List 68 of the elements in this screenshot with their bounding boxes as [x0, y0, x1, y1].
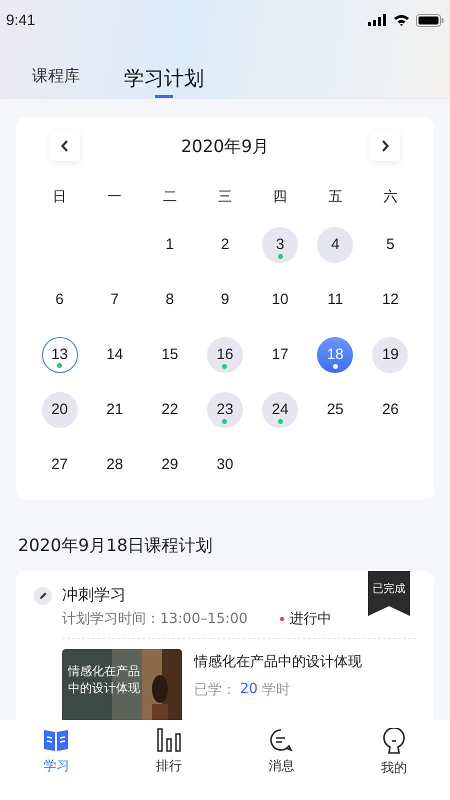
pencil-icon: [34, 586, 52, 604]
weekday-label: 五: [328, 188, 342, 207]
nav-tab[interactable]: 排行: [138, 728, 199, 775]
person-icon: [382, 728, 405, 754]
calendar-day[interactable]: 24: [262, 392, 298, 428]
calendar-day[interactable]: 1: [152, 226, 188, 262]
calendar-day[interactable]: 9: [206, 282, 243, 318]
calendar-day[interactable]: 5: [372, 226, 408, 262]
calendar-day[interactable]: 11: [317, 282, 354, 318]
chevron-left-icon: [61, 140, 69, 152]
weekday-label: 二: [162, 188, 177, 207]
calendar-day[interactable]: 21: [96, 392, 133, 428]
book-icon: [43, 728, 70, 752]
calendar-day[interactable]: 7: [96, 282, 133, 318]
calendar-day[interactable]: 19: [372, 336, 408, 372]
plan-title: 冲刺学习: [62, 585, 126, 606]
calendar-day[interactable]: 12: [372, 282, 408, 318]
nav-tab[interactable]: 学习: [26, 728, 86, 775]
cover-title: 情感化在产品中的设计体现: [68, 663, 141, 697]
status-dot: [280, 617, 284, 621]
nav-tab[interactable]: 我的: [364, 728, 424, 777]
calendar-day[interactable]: 20: [42, 392, 78, 428]
weekday-label: 三: [218, 188, 232, 207]
calendar-day[interactable]: 28: [96, 446, 133, 482]
chevron-right-icon: [381, 140, 389, 152]
plan-time: 计划学习时间：13:00–15:00: [62, 610, 248, 628]
section-heading: 2020年9月18日课程计划: [18, 535, 214, 557]
studied-unit: 学时: [262, 681, 290, 699]
status-time: 9:41: [6, 12, 36, 28]
studied-hours: 20: [240, 681, 258, 699]
calendar-day[interactable]: 26: [372, 392, 408, 428]
calendar-day[interactable]: 4: [317, 226, 354, 262]
calendar-day[interactable]: 3: [262, 226, 298, 262]
battery-icon: [416, 14, 444, 26]
calendar-day[interactable]: 23: [206, 392, 243, 428]
nav-tab[interactable]: 消息: [251, 728, 312, 775]
signal-icon: [368, 14, 387, 26]
tab[interactable]: 课程库: [32, 56, 80, 98]
calendar-day[interactable]: 27: [42, 446, 78, 482]
plan-status: 进行中: [290, 610, 332, 628]
calendar-day[interactable]: 2: [206, 226, 243, 262]
chat-icon: [269, 728, 294, 752]
weekday-label: 六: [383, 188, 398, 207]
calendar-day[interactable]: 18: [317, 336, 354, 372]
calendar-day[interactable]: 8: [152, 282, 188, 318]
studied-label: 已学：: [194, 681, 236, 699]
tab[interactable]: 学习计划: [124, 56, 204, 98]
calendar-day[interactable]: 13: [42, 336, 78, 372]
calendar-day[interactable]: 16: [206, 336, 243, 372]
calendar-day[interactable]: 14: [96, 336, 133, 372]
next-month-button[interactable]: [370, 131, 400, 161]
calendar-day[interactable]: 29: [152, 446, 188, 482]
weekday-label: 一: [108, 188, 122, 207]
course-title: 情感化在产品中的设计体现: [194, 653, 362, 671]
calendar-day[interactable]: 25: [317, 392, 354, 428]
calendar-day[interactable]: 15: [152, 336, 188, 372]
month-title: 2020年9月: [180, 136, 270, 158]
weekday-label: 四: [273, 188, 288, 207]
calendar-day[interactable]: 22: [152, 392, 188, 428]
wifi-icon: [393, 14, 410, 26]
weekday-label: 日: [52, 188, 67, 207]
calendar-day[interactable]: 30: [206, 446, 243, 482]
calendar-day[interactable]: 6: [42, 282, 78, 318]
status-ribbon: 已完成: [368, 571, 410, 616]
calendar-day[interactable]: 17: [262, 336, 298, 372]
previous-month-button[interactable]: [50, 131, 80, 161]
calendar-day[interactable]: 10: [262, 282, 298, 318]
bar-chart-icon: [156, 728, 181, 752]
